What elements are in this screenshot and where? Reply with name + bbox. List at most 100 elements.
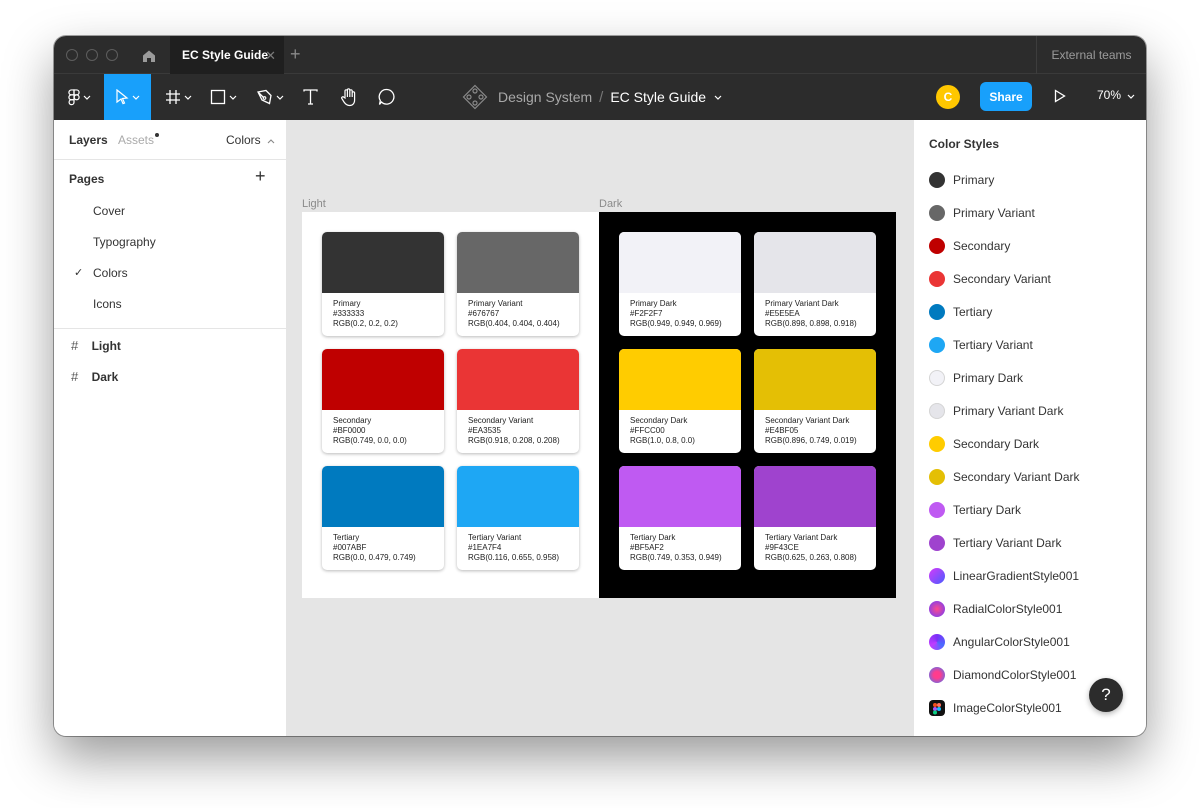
color-dot — [929, 403, 945, 419]
color-swatch-card[interactable]: Tertiary Dark #BF5AF2 RGB(0.749, 0.353, 0.… — [619, 466, 741, 570]
close-window-button[interactable] — [66, 49, 78, 61]
color-style-name: Secondary — [953, 239, 1011, 253]
swatch-name: Tertiary Variant — [468, 533, 522, 542]
color-style-item[interactable]: Tertiary — [929, 302, 992, 322]
swatch-hex: #007ABF — [333, 543, 367, 552]
color-swatch-card[interactable]: Tertiary #007ABF RGB(0.0, 0.479, 0.749) — [322, 466, 444, 570]
swatch-color-block — [457, 232, 579, 293]
move-tool[interactable] — [104, 74, 151, 120]
color-swatch-card[interactable]: Primary #333333 RGB(0.2, 0.2, 0.2) — [322, 232, 444, 336]
color-style-item[interactable]: Tertiary Variant — [929, 335, 1033, 355]
color-style-item[interactable]: AngularColorStyle001 — [929, 632, 1070, 652]
swatch-hex: #1EA7F4 — [468, 543, 502, 552]
swatch-rgb: RGB(0.918, 0.208, 0.208) — [468, 436, 560, 445]
zoom-menu[interactable]: 70% — [1097, 88, 1135, 102]
new-tab-button[interactable]: + — [290, 44, 301, 65]
page-item-typography[interactable]: Typography — [93, 235, 156, 249]
frame-tool[interactable] — [159, 74, 197, 120]
chevron-down-icon[interactable] — [714, 95, 722, 100]
color-style-item[interactable]: Primary — [929, 170, 994, 190]
chevron-down-icon — [1127, 94, 1135, 99]
breadcrumb-separator: / — [599, 88, 604, 106]
color-style-item[interactable]: Primary Variant — [929, 203, 1035, 223]
minimize-window-button[interactable] — [86, 49, 98, 61]
swatch-info: Tertiary Dark #BF5AF2 RGB(0.749, 0.353, 0.… — [619, 527, 741, 563]
color-style-item[interactable]: RadialColorStyle001 — [929, 599, 1062, 619]
color-swatch-card[interactable]: Primary Dark #F2F2F7 RGB(0.949, 0.949, 0.9… — [619, 232, 741, 336]
swatch-info: Secondary Variant #EA3535 RGB(0.918, 0.208… — [457, 410, 579, 446]
tab-assets[interactable]: Assets — [118, 133, 160, 147]
file-tab-title: EC Style Guide — [182, 48, 269, 62]
page-selector[interactable]: Colors — [226, 133, 275, 147]
color-style-name: RadialColorStyle001 — [953, 602, 1063, 616]
breadcrumb-project[interactable]: Design System — [498, 89, 592, 105]
text-tool[interactable] — [294, 74, 326, 120]
swatch-info: Primary Variant Dark #E5E5EA RGB(0.898, 0.… — [754, 293, 876, 329]
color-dot — [929, 304, 945, 320]
external-teams-button[interactable]: External teams — [1036, 36, 1146, 74]
hand-icon — [341, 87, 356, 106]
shape-tool[interactable] — [204, 74, 242, 120]
page-item-cover[interactable]: Cover — [93, 204, 125, 218]
color-dot — [929, 271, 945, 287]
title-bar: EC Style Guide ✕ + External teams — [54, 36, 1146, 74]
swatch-rgb: RGB(0.898, 0.898, 0.918) — [765, 319, 857, 328]
frame-dark[interactable]: Primary Dark #F2F2F7 RGB(0.949, 0.949, 0.9… — [599, 212, 896, 598]
color-style-item[interactable]: DiamondColorStyle001 — [929, 665, 1076, 685]
color-swatch-card[interactable]: Secondary Dark #FFCC00 RGB(1.0, 0.8, 0.0) — [619, 349, 741, 453]
page-item-icons[interactable]: Icons — [93, 297, 122, 311]
color-style-item[interactable]: Primary Variant Dark — [929, 401, 1063, 421]
file-tab[interactable]: EC Style Guide ✕ — [170, 36, 284, 74]
add-page-button[interactable]: + — [255, 166, 266, 187]
frame-light[interactable]: Primary #333333 RGB(0.2, 0.2, 0.2) Primary … — [302, 212, 599, 598]
pen-tool[interactable] — [250, 74, 290, 120]
panel-divider — [54, 328, 286, 329]
color-style-item[interactable]: Tertiary Variant Dark — [929, 533, 1061, 553]
color-swatch-card[interactable]: Secondary Variant Dark #E4BF05 RGB(0.896, … — [754, 349, 876, 453]
maximize-window-button[interactable] — [106, 49, 118, 61]
present-button[interactable] — [1054, 89, 1066, 108]
frame-label-light[interactable]: Light — [302, 198, 326, 210]
color-style-item[interactable]: Tertiary Dark — [929, 500, 1021, 520]
color-style-item[interactable]: ImageColorStyle001 — [929, 698, 1062, 718]
comment-tool[interactable] — [370, 74, 404, 120]
main-toolbar: Design System / EC Style Guide C Share 7… — [54, 74, 1146, 120]
color-style-item[interactable]: Secondary Variant Dark — [929, 467, 1080, 487]
chevron-down-icon — [229, 95, 236, 100]
close-tab-icon[interactable]: ✕ — [265, 48, 276, 64]
layer-item-dark[interactable]: # Dark — [71, 369, 118, 384]
color-swatch-card[interactable]: Tertiary Variant Dark #9F43CE RGB(0.625, 0… — [754, 466, 876, 570]
frame-label-dark[interactable]: Dark — [599, 198, 622, 210]
color-style-name: LinearGradientStyle001 — [953, 569, 1080, 583]
tab-layers[interactable]: Layers — [69, 133, 108, 147]
color-style-item[interactable]: Primary Dark — [929, 368, 1023, 388]
color-style-item[interactable]: Secondary Dark — [929, 434, 1039, 454]
page-item-colors[interactable]: ✓ Colors — [74, 266, 128, 280]
swatch-color-block — [754, 466, 876, 527]
rectangle-icon — [210, 89, 225, 105]
color-style-item[interactable]: LinearGradientStyle001 — [929, 566, 1079, 586]
breadcrumb-file-name[interactable]: EC Style Guide — [610, 89, 706, 105]
color-swatch-card[interactable]: Secondary #BF0000 RGB(0.749, 0.0, 0.0) — [322, 349, 444, 453]
color-swatch-card[interactable]: Tertiary Variant #1EA7F4 RGB(0.116, 0.655,… — [457, 466, 579, 570]
color-style-item[interactable]: Secondary Variant — [929, 269, 1051, 289]
color-swatch-card[interactable]: Primary Variant Dark #E5E5EA RGB(0.898, 0.… — [754, 232, 876, 336]
design-canvas[interactable]: Light Dark Primary #333333 RGB(0.2, 0.2, 0… — [287, 120, 913, 736]
home-icon[interactable] — [138, 45, 160, 67]
swatch-color-block — [619, 466, 741, 527]
component-diamond-icon — [462, 84, 488, 110]
swatch-name: Secondary Variant — [468, 416, 534, 425]
main-menu-button[interactable] — [54, 74, 104, 120]
color-swatch-card[interactable]: Secondary Variant #EA3535 RGB(0.918, 0.208… — [457, 349, 579, 453]
avatar[interactable]: C — [936, 85, 960, 109]
swatch-hex: #BF5AF2 — [630, 543, 664, 552]
layer-item-light[interactable]: # Light — [71, 338, 121, 353]
hand-tool[interactable] — [332, 74, 366, 120]
help-button[interactable]: ? — [1089, 678, 1123, 712]
page-item-label: Colors — [93, 266, 128, 280]
comment-bubble-icon — [378, 88, 395, 105]
color-style-item[interactable]: Secondary — [929, 236, 1010, 256]
share-button[interactable]: Share — [980, 82, 1032, 111]
color-swatch-card[interactable]: Primary Variant #676767 RGB(0.404, 0.404, … — [457, 232, 579, 336]
swatch-color-block — [322, 466, 444, 527]
